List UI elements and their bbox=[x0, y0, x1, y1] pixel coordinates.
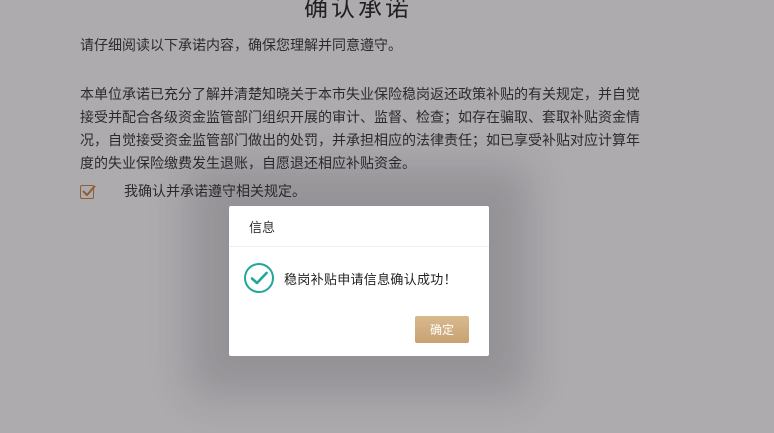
ok-button[interactable]: 确定 bbox=[415, 316, 469, 343]
dialog-footer: 确定 bbox=[415, 316, 469, 343]
dialog-title: 信息 bbox=[249, 220, 276, 236]
dialog-header: 信息 bbox=[229, 206, 489, 247]
dialog-message: 稳岗补贴申请信息确认成功！ bbox=[284, 272, 457, 288]
check-circle-icon bbox=[244, 263, 274, 293]
dialog-body: 稳岗补贴申请信息确认成功！ bbox=[229, 247, 489, 309]
info-dialog: 信息 稳岗补贴申请信息确认成功！ 确定 bbox=[229, 206, 489, 356]
